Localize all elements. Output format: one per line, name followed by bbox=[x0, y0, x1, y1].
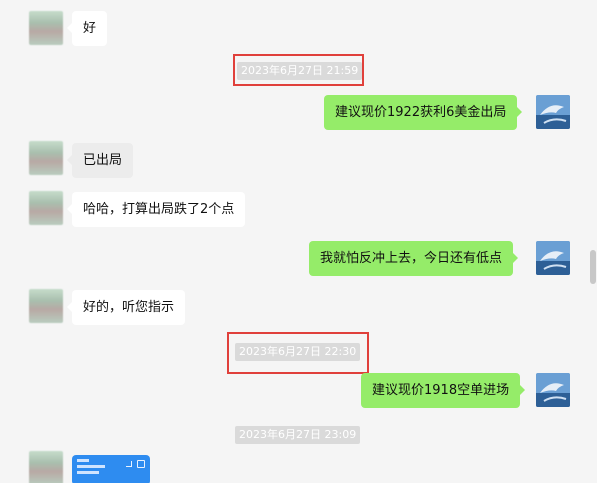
timestamp: 2023年6月27日 21:59 bbox=[237, 62, 363, 80]
expand-icon bbox=[126, 461, 132, 467]
contact-avatar[interactable] bbox=[29, 451, 63, 483]
image-thumbnail-line bbox=[77, 465, 105, 468]
scrollbar-track[interactable] bbox=[589, 0, 597, 483]
contact-avatar[interactable] bbox=[29, 141, 63, 175]
dolphin-icon bbox=[536, 241, 570, 275]
contact-avatar[interactable] bbox=[29, 289, 63, 323]
contact-avatar[interactable] bbox=[29, 11, 63, 45]
timestamp: 2023年6月27日 22:30 bbox=[235, 343, 361, 361]
image-message[interactable] bbox=[72, 455, 150, 483]
dolphin-icon bbox=[536, 373, 570, 407]
incoming-message[interactable]: 好的，听您指示 bbox=[66, 290, 186, 325]
contact-avatar[interactable] bbox=[29, 191, 63, 225]
dolphin-icon bbox=[536, 95, 570, 129]
timestamp: 2023年6月27日 23:09 bbox=[235, 426, 361, 444]
outgoing-message[interactable]: 建议现价1922获利6美金出局 bbox=[324, 95, 523, 130]
incoming-message[interactable]: 哈哈，打算出局跌了2个点 bbox=[66, 192, 246, 227]
self-avatar[interactable] bbox=[536, 373, 570, 407]
app-icon bbox=[137, 460, 145, 468]
image-thumbnail-line bbox=[77, 471, 99, 474]
incoming-message[interactable]: 已出局 bbox=[66, 143, 134, 178]
outgoing-message[interactable]: 建议现价1918空单进场 bbox=[361, 373, 526, 408]
incoming-message[interactable]: 好 bbox=[66, 11, 108, 46]
self-avatar[interactable] bbox=[536, 241, 570, 275]
self-avatar[interactable] bbox=[536, 95, 570, 129]
chat-panel: 好 2023年6月27日 21:59 建议现价1922获利6美金出局 已出局 哈… bbox=[0, 0, 597, 483]
scrollbar-thumb[interactable] bbox=[590, 250, 596, 284]
image-thumbnail-line bbox=[77, 459, 89, 462]
outgoing-message[interactable]: 我就怕反冲上去，今日还有低点 bbox=[309, 241, 519, 276]
